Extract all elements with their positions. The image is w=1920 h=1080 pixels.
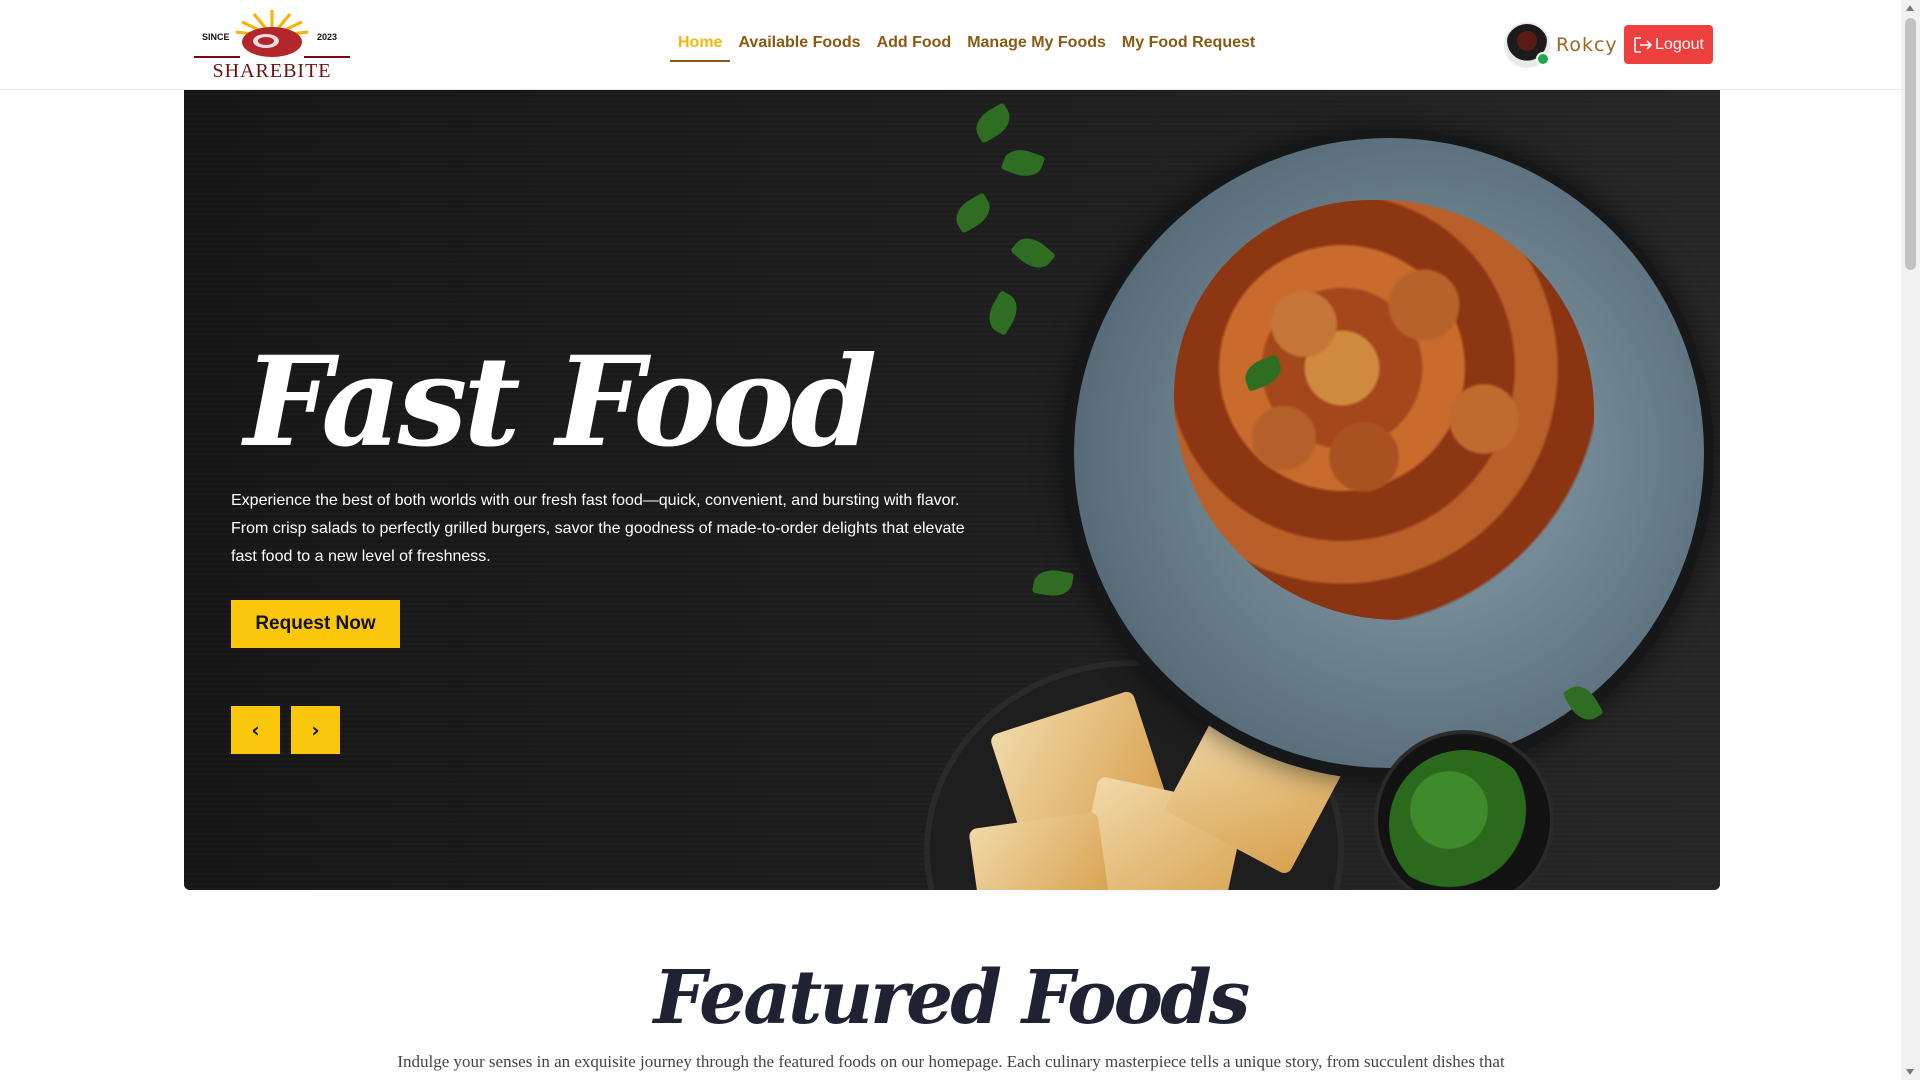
logout-label: Logout <box>1655 35 1704 53</box>
request-now-button[interactable]: Request Now <box>231 600 400 648</box>
logo-divider <box>194 56 240 58</box>
featured-foods-title: Featured Foods <box>653 955 1251 1041</box>
nav-link-add-food[interactable]: Add Food <box>869 30 960 62</box>
nav-link-my-food-request[interactable]: My Food Request <box>1114 30 1263 62</box>
user-profile[interactable]: Rokcy <box>1504 22 1618 68</box>
logo-divider <box>304 56 350 58</box>
logo-since: SINCE <box>202 32 230 42</box>
scrollbar-thumb[interactable] <box>1905 18 1916 270</box>
avatar[interactable] <box>1504 22 1550 68</box>
site-logo[interactable]: SINCE 2023 SHAREBITE <box>190 8 354 82</box>
nav-link-manage-my-foods[interactable]: Manage My Foods <box>959 30 1114 62</box>
nav-link-home[interactable]: Home <box>670 30 731 62</box>
logo-year: 2023 <box>317 32 338 42</box>
nav-link-available-foods[interactable]: Available Foods <box>730 30 868 62</box>
hero-banner: Fast Food Experience the best of both wo… <box>184 90 1720 890</box>
carousel-next-button[interactable]: › <box>291 706 340 754</box>
featured-foods-description: Indulge your senses in an exquisite jour… <box>397 1052 1505 1071</box>
logout-button[interactable]: Logout <box>1624 25 1713 64</box>
carousel-prev-button[interactable]: ‹ <box>231 706 280 754</box>
page-scrollbar[interactable] <box>1901 0 1920 1080</box>
logout-icon <box>1634 36 1653 53</box>
user-name: Rokcy <box>1556 34 1618 56</box>
online-status-dot <box>1536 52 1550 66</box>
main-nav: Home Available Foods Add Food Manage My … <box>670 30 1263 62</box>
hero-title: Fast Food <box>244 330 877 475</box>
logo-brand-text: SHAREBITE <box>212 60 332 82</box>
chevron-right-icon: › <box>311 718 320 742</box>
scroll-up-arrow-icon[interactable] <box>1906 5 1914 11</box>
curry-chunks-image <box>1184 210 1584 590</box>
herbs-image <box>1389 750 1539 890</box>
chevron-left-icon: ‹ <box>251 718 260 742</box>
navbar: SINCE 2023 SHAREBITE Home Available Food… <box>0 0 1901 90</box>
scroll-down-arrow-icon[interactable] <box>1906 1069 1914 1075</box>
hero-description: Experience the best of both worlds with … <box>231 492 965 565</box>
